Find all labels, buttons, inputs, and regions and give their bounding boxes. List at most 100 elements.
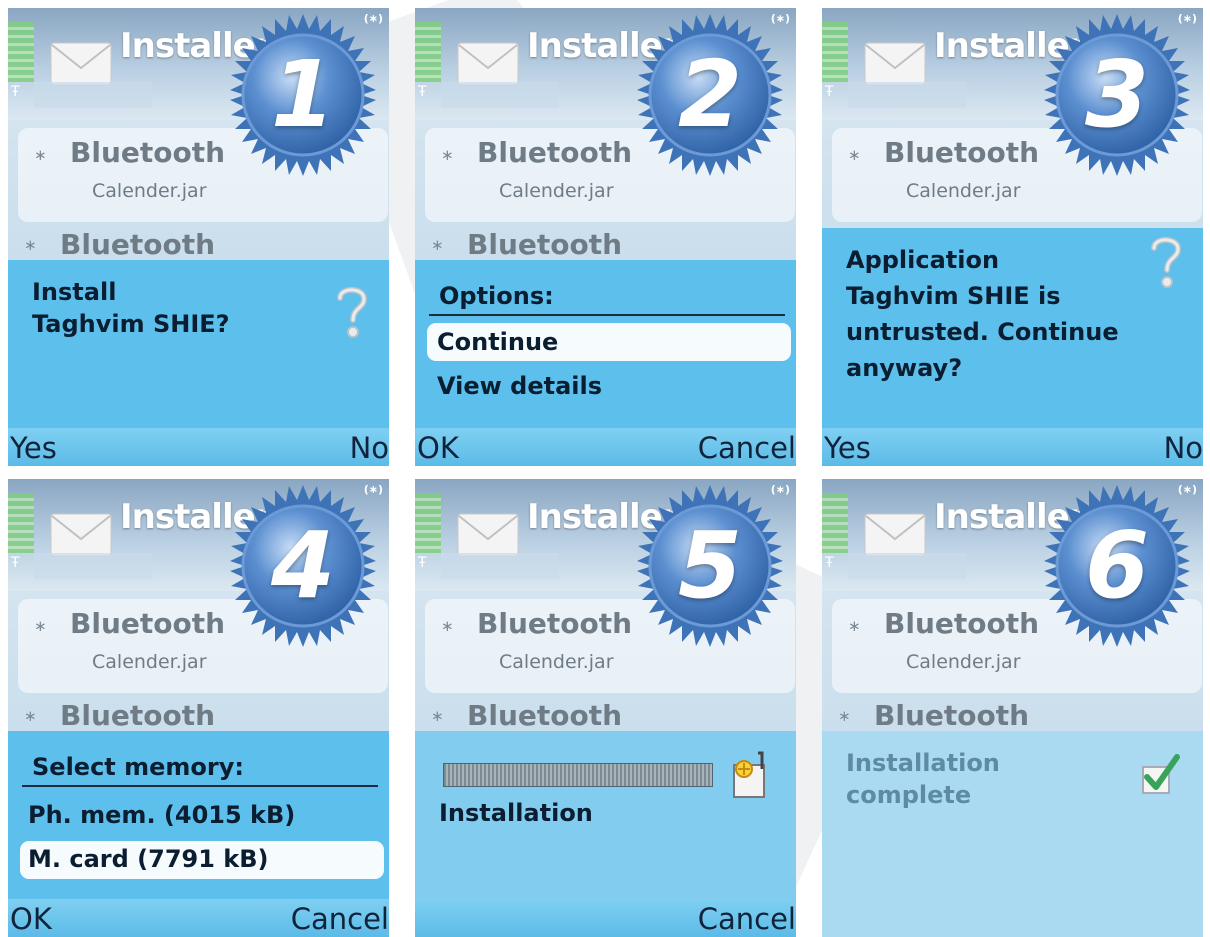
softkey-right[interactable]: No	[350, 431, 389, 465]
list-item-filename: Calender.jar	[92, 180, 207, 202]
softkey-bar: OK Cancel	[415, 428, 796, 466]
signal-strength-icon	[822, 22, 848, 82]
screen-step-1: Ŧ (∗) Installer ∗ Bluetooth Calender.jar…	[8, 8, 389, 466]
confirmation-note: Installation complete	[822, 731, 1203, 937]
memory-option-phone[interactable]: Ph. mem. (4015 kB)	[28, 801, 295, 829]
bluetooth-icon: ∗	[34, 146, 47, 164]
step-number: 6	[1084, 512, 1149, 619]
antenna-icon: Ŧ	[825, 84, 834, 100]
bluetooth-icon: ∗	[838, 707, 851, 725]
softkey-bar: Yes No	[822, 428, 1203, 466]
softkey-bar: OK Cancel	[8, 899, 389, 937]
bluetooth-icon: ∗	[24, 236, 37, 254]
dialog-line: Install	[32, 278, 117, 306]
query-dialog: Application Taghvim SHIE is untrusted. C…	[822, 228, 1203, 428]
screen-step-2: Ŧ (∗) Installer ∗ Bluetooth Calender.jar…	[415, 8, 796, 466]
softkey-left[interactable]: Yes	[824, 431, 871, 465]
query-dialog: Install Taghvim SHIE?	[8, 260, 389, 428]
bluetooth-icon: ∗	[441, 146, 454, 164]
softkey-right[interactable]: Cancel	[698, 431, 796, 465]
step-number: 4	[270, 512, 335, 619]
dialog-line: untrusted. Continue	[846, 318, 1119, 346]
progress-dialog: Installation	[415, 731, 796, 899]
dialog-line: Application	[846, 246, 1000, 274]
menu-option-continue[interactable]: Continue	[437, 328, 558, 356]
envelope-icon	[864, 42, 926, 86]
tutorial-canvas: { "app_title": "Installer", "badge_numbe…	[0, 0, 1210, 937]
step-number: 2	[677, 41, 742, 148]
envelope-icon	[457, 42, 519, 86]
options-menu: Options: Continue View details	[415, 260, 796, 428]
screen-step-5: Ŧ (∗) Installer ∗ Bluetooth Calender.jar…	[415, 479, 796, 937]
bluetooth-icon: ∗	[431, 236, 444, 254]
menu-option-view-details[interactable]: View details	[437, 372, 602, 400]
menu-heading: Options:	[439, 282, 554, 310]
list-item-title: Bluetooth	[477, 136, 633, 169]
header-field	[34, 553, 152, 579]
signal-strength-icon	[8, 22, 34, 82]
list-item-filename: Calender.jar	[906, 180, 1021, 202]
header-field	[441, 553, 559, 579]
header-field	[848, 82, 966, 108]
memory-option-card[interactable]: M. card (7791 kB)	[28, 845, 269, 873]
list-item-title: Bluetooth	[874, 699, 1030, 732]
checkmark-icon	[1142, 754, 1180, 794]
softkey-bar: Yes No	[8, 428, 389, 466]
list-item-filename: Calender.jar	[499, 651, 614, 673]
softkey-left[interactable]: Yes	[10, 431, 57, 465]
list-item-title: Bluetooth	[60, 228, 216, 261]
signal-strength-icon	[415, 493, 441, 553]
envelope-icon	[50, 42, 112, 86]
list-item-title: Bluetooth	[467, 699, 623, 732]
signal-strength-icon	[822, 493, 848, 553]
antenna-icon: Ŧ	[825, 555, 834, 571]
bluetooth-icon: ∗	[34, 617, 47, 635]
envelope-icon	[457, 513, 519, 557]
install-package-icon	[733, 751, 765, 798]
bluetooth-icon: ∗	[431, 707, 444, 725]
bluetooth-icon: ∗	[24, 707, 37, 725]
list-item-title: Bluetooth	[477, 607, 633, 640]
softkey-right[interactable]: No	[1164, 431, 1203, 465]
divider	[429, 314, 785, 316]
list-item-title: Bluetooth	[884, 136, 1040, 169]
step-number: 1	[270, 41, 335, 148]
dialog-line: Taghvim SHIE is	[846, 282, 1061, 310]
header-field	[848, 553, 966, 579]
softkey-left[interactable]: OK	[417, 431, 459, 465]
softkey-right[interactable]: Cancel	[698, 902, 796, 936]
dialog-line: Taghvim SHIE?	[32, 310, 230, 338]
question-mark-icon	[337, 286, 368, 338]
bluetooth-icon: ∗	[848, 617, 861, 635]
softkey-bar: Cancel	[415, 899, 796, 937]
list-item-title: Bluetooth	[467, 228, 623, 261]
list-item-filename: Calender.jar	[499, 180, 614, 202]
step-number: 5	[677, 512, 742, 619]
dialog-line: anyway?	[846, 354, 963, 382]
header-field	[441, 82, 559, 108]
envelope-icon	[50, 513, 112, 557]
progress-bar	[443, 763, 713, 787]
dialog-line: Installation	[846, 749, 1000, 777]
screen-step-4: Ŧ (∗) Installer ∗ Bluetooth Calender.jar…	[8, 479, 389, 937]
bluetooth-icon: ∗	[441, 617, 454, 635]
menu-heading: Select memory:	[32, 753, 244, 781]
progress-label: Installation	[439, 799, 593, 827]
divider	[22, 785, 378, 787]
dialog-text: Install Taghvim SHIE?	[32, 276, 230, 340]
list-item-filename: Calender.jar	[92, 651, 207, 673]
screen-step-6: Ŧ (∗) Installer ∗ Bluetooth Calender.jar…	[822, 479, 1203, 937]
list-item-title: Bluetooth	[70, 136, 226, 169]
softkey-left[interactable]: OK	[10, 902, 52, 936]
bluetooth-icon: ∗	[848, 146, 861, 164]
softkey-right[interactable]: Cancel	[291, 902, 389, 936]
question-mark-icon	[1151, 236, 1182, 288]
list-item-title: Bluetooth	[60, 699, 216, 732]
list-item-title: Bluetooth	[70, 607, 226, 640]
signal-strength-icon	[8, 493, 34, 553]
header-field	[34, 82, 152, 108]
antenna-icon: Ŧ	[11, 84, 20, 100]
list-item-title: Bluetooth	[884, 607, 1040, 640]
memory-selection-menu: Select memory: Ph. mem. (4015 kB) M. car…	[8, 731, 389, 899]
screen-step-3: Ŧ (∗) Installer ∗ Bluetooth Calender.jar…	[822, 8, 1203, 466]
